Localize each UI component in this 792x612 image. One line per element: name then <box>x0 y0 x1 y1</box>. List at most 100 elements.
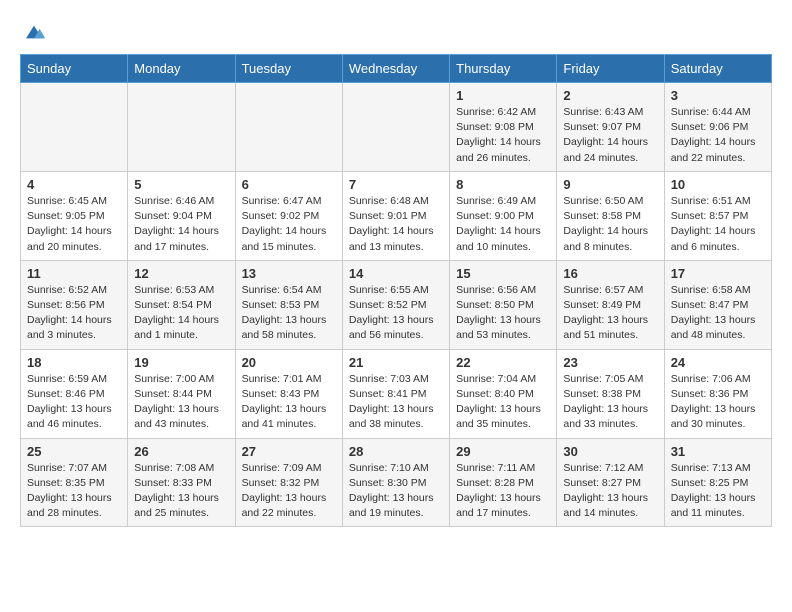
calendar-day-cell: 4 Sunrise: 6:45 AM Sunset: 9:05 PM Daylig… <box>21 171 128 260</box>
calendar-week-row: 18Sunrise: 6:59 AM Sunset: 8:46 PM Dayli… <box>21 349 772 438</box>
day-number: 16 <box>563 266 657 281</box>
day-of-week-header: Thursday <box>450 55 557 83</box>
calendar-day-cell: 30 Sunrise: 7:12 AM Sunset: 8:27 PM Dayli… <box>557 438 664 527</box>
calendar-day-cell: 17 Sunrise: 6:58 AM Sunset: 8:47 PM Dayli… <box>664 260 771 349</box>
day-info: Sunrise: 6:52 AM Sunset: 8:56 PM Dayligh… <box>27 283 121 344</box>
calendar-week-row: 4 Sunrise: 6:45 AM Sunset: 9:05 PM Daylig… <box>21 171 772 260</box>
calendar-day-cell: 27 Sunrise: 7:09 AM Sunset: 8:32 PM Dayli… <box>235 438 342 527</box>
day-of-week-header: Wednesday <box>342 55 449 83</box>
day-number: 10 <box>671 177 765 192</box>
day-number: 15 <box>456 266 550 281</box>
day-number: 24 <box>671 355 765 370</box>
day-info: Sunrise: 6:44 AM Sunset: 9:06 PM Dayligh… <box>671 105 765 166</box>
calendar-day-cell: 7 Sunrise: 6:48 AM Sunset: 9:01 PM Daylig… <box>342 171 449 260</box>
day-number: 4 <box>27 177 121 192</box>
day-info: Sunrise: 7:11 AM Sunset: 8:28 PM Dayligh… <box>456 461 550 522</box>
day-info: Sunrise: 6:58 AM Sunset: 8:47 PM Dayligh… <box>671 283 765 344</box>
calendar-day-cell: 20 Sunrise: 7:01 AM Sunset: 8:43 PM Dayli… <box>235 349 342 438</box>
calendar-day-cell: 29 Sunrise: 7:11 AM Sunset: 8:28 PM Dayli… <box>450 438 557 527</box>
day-of-week-header: Sunday <box>21 55 128 83</box>
calendar-day-cell: 28 Sunrise: 7:10 AM Sunset: 8:30 PM Dayli… <box>342 438 449 527</box>
day-number: 7 <box>349 177 443 192</box>
day-number: 1 <box>456 88 550 103</box>
day-info: Sunrise: 6:54 AM Sunset: 8:53 PM Dayligh… <box>242 283 336 344</box>
day-info: Sunrise: 6:49 AM Sunset: 9:00 PM Dayligh… <box>456 194 550 255</box>
calendar-day-cell: 31 Sunrise: 7:13 AM Sunset: 8:25 PM Dayli… <box>664 438 771 527</box>
calendar-day-cell: 16 Sunrise: 6:57 AM Sunset: 8:49 PM Dayli… <box>557 260 664 349</box>
calendar-day-cell <box>342 83 449 172</box>
day-number: 30 <box>563 444 657 459</box>
day-number: 28 <box>349 444 443 459</box>
day-info: Sunrise: 7:12 AM Sunset: 8:27 PM Dayligh… <box>563 461 657 522</box>
calendar-day-cell: 8 Sunrise: 6:49 AM Sunset: 9:00 PM Daylig… <box>450 171 557 260</box>
day-number: 22 <box>456 355 550 370</box>
day-info: Sunrise: 6:45 AM Sunset: 9:05 PM Dayligh… <box>27 194 121 255</box>
calendar-day-cell: 2 Sunrise: 6:43 AM Sunset: 9:07 PM Daylig… <box>557 83 664 172</box>
day-number: 20 <box>242 355 336 370</box>
day-info: Sunrise: 6:57 AM Sunset: 8:49 PM Dayligh… <box>563 283 657 344</box>
day-number: 8 <box>456 177 550 192</box>
day-info: Sunrise: 6:48 AM Sunset: 9:01 PM Dayligh… <box>349 194 443 255</box>
day-info: Sunrise: 7:08 AM Sunset: 8:33 PM Dayligh… <box>134 461 228 522</box>
calendar-day-cell: 19 Sunrise: 7:00 AM Sunset: 8:44 PM Dayli… <box>128 349 235 438</box>
calendar-week-row: 1 Sunrise: 6:42 AM Sunset: 9:08 PM Daylig… <box>21 83 772 172</box>
day-number: 25 <box>27 444 121 459</box>
day-number: 26 <box>134 444 228 459</box>
day-info: Sunrise: 7:04 AM Sunset: 8:40 PM Dayligh… <box>456 372 550 433</box>
calendar-day-cell: 12 Sunrise: 6:53 AM Sunset: 8:54 PM Dayli… <box>128 260 235 349</box>
day-number: 21 <box>349 355 443 370</box>
day-number: 6 <box>242 177 336 192</box>
day-info: Sunrise: 6:53 AM Sunset: 8:54 PM Dayligh… <box>134 283 228 344</box>
day-info: Sunrise: 7:03 AM Sunset: 8:41 PM Dayligh… <box>349 372 443 433</box>
day-info: Sunrise: 7:09 AM Sunset: 8:32 PM Dayligh… <box>242 461 336 522</box>
day-number: 27 <box>242 444 336 459</box>
calendar-day-cell: 10Sunrise: 6:51 AM Sunset: 8:57 PM Dayli… <box>664 171 771 260</box>
day-info: Sunrise: 6:43 AM Sunset: 9:07 PM Dayligh… <box>563 105 657 166</box>
calendar-day-cell: 5Sunrise: 6:46 AM Sunset: 9:04 PM Daylig… <box>128 171 235 260</box>
calendar-day-cell: 13 Sunrise: 6:54 AM Sunset: 8:53 PM Dayli… <box>235 260 342 349</box>
calendar-day-cell: 18Sunrise: 6:59 AM Sunset: 8:46 PM Dayli… <box>21 349 128 438</box>
day-info: Sunrise: 7:01 AM Sunset: 8:43 PM Dayligh… <box>242 372 336 433</box>
day-info: Sunrise: 6:47 AM Sunset: 9:02 PM Dayligh… <box>242 194 336 255</box>
day-number: 19 <box>134 355 228 370</box>
day-info: Sunrise: 7:10 AM Sunset: 8:30 PM Dayligh… <box>349 461 443 522</box>
day-info: Sunrise: 6:55 AM Sunset: 8:52 PM Dayligh… <box>349 283 443 344</box>
calendar-day-cell: 9 Sunrise: 6:50 AM Sunset: 8:58 PM Daylig… <box>557 171 664 260</box>
day-number: 31 <box>671 444 765 459</box>
day-of-week-header: Monday <box>128 55 235 83</box>
calendar-day-cell: 26 Sunrise: 7:08 AM Sunset: 8:33 PM Dayli… <box>128 438 235 527</box>
calendar-day-cell <box>21 83 128 172</box>
day-number: 18 <box>27 355 121 370</box>
calendar-day-cell <box>128 83 235 172</box>
day-info: Sunrise: 7:13 AM Sunset: 8:25 PM Dayligh… <box>671 461 765 522</box>
day-info: Sunrise: 7:07 AM Sunset: 8:35 PM Dayligh… <box>27 461 121 522</box>
day-number: 29 <box>456 444 550 459</box>
day-number: 13 <box>242 266 336 281</box>
day-number: 12 <box>134 266 228 281</box>
day-info: Sunrise: 6:42 AM Sunset: 9:08 PM Dayligh… <box>456 105 550 166</box>
logo-icon <box>22 20 46 44</box>
day-info: Sunrise: 7:05 AM Sunset: 8:38 PM Dayligh… <box>563 372 657 433</box>
logo <box>20 20 46 44</box>
day-info: Sunrise: 7:06 AM Sunset: 8:36 PM Dayligh… <box>671 372 765 433</box>
calendar-day-cell: 22 Sunrise: 7:04 AM Sunset: 8:40 PM Dayli… <box>450 349 557 438</box>
day-number: 14 <box>349 266 443 281</box>
calendar-week-row: 25 Sunrise: 7:07 AM Sunset: 8:35 PM Dayli… <box>21 438 772 527</box>
day-number: 17 <box>671 266 765 281</box>
calendar-day-cell: 24 Sunrise: 7:06 AM Sunset: 8:36 PM Dayli… <box>664 349 771 438</box>
calendar-day-cell: 15Sunrise: 6:56 AM Sunset: 8:50 PM Dayli… <box>450 260 557 349</box>
day-info: Sunrise: 6:50 AM Sunset: 8:58 PM Dayligh… <box>563 194 657 255</box>
day-info: Sunrise: 7:00 AM Sunset: 8:44 PM Dayligh… <box>134 372 228 433</box>
calendar-day-cell: 21 Sunrise: 7:03 AM Sunset: 8:41 PM Dayli… <box>342 349 449 438</box>
day-number: 9 <box>563 177 657 192</box>
page-header <box>20 20 772 44</box>
day-of-week-header: Friday <box>557 55 664 83</box>
calendar-day-cell: 6 Sunrise: 6:47 AM Sunset: 9:02 PM Daylig… <box>235 171 342 260</box>
day-number: 2 <box>563 88 657 103</box>
day-of-week-header: Saturday <box>664 55 771 83</box>
calendar-header-row: SundayMondayTuesdayWednesdayThursdayFrid… <box>21 55 772 83</box>
calendar-day-cell: 14 Sunrise: 6:55 AM Sunset: 8:52 PM Dayli… <box>342 260 449 349</box>
day-info: Sunrise: 6:46 AM Sunset: 9:04 PM Dayligh… <box>134 194 228 255</box>
calendar-day-cell: 25 Sunrise: 7:07 AM Sunset: 8:35 PM Dayli… <box>21 438 128 527</box>
calendar-week-row: 11Sunrise: 6:52 AM Sunset: 8:56 PM Dayli… <box>21 260 772 349</box>
